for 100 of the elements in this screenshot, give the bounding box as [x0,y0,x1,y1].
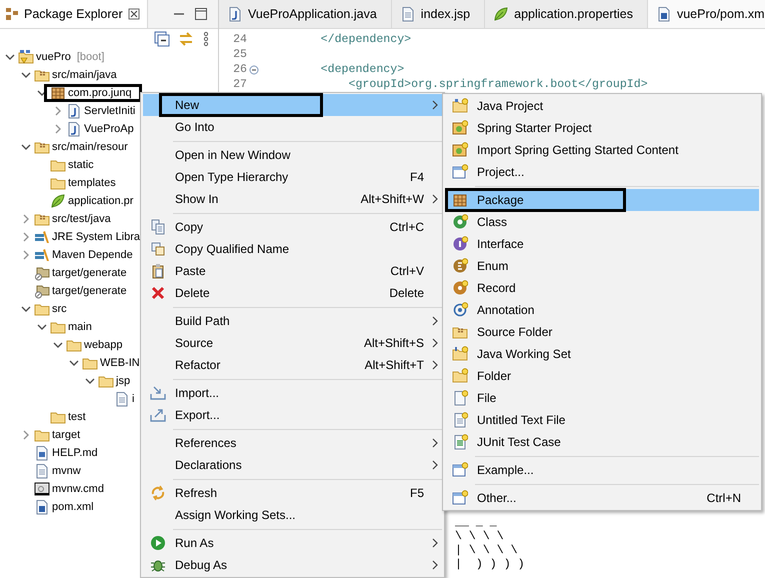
tree-item[interactable]: src/main/java [0,66,117,84]
tree-item[interactable]: templates [0,174,116,192]
menu-item[interactable]: Enum [445,255,759,277]
new-project-icon [452,98,468,114]
menu-item[interactable]: Import... [143,382,442,404]
menu-item[interactable]: Refresh F5 [143,482,442,504]
menu-item[interactable]: Go Into [143,116,442,138]
terminal-icon [34,481,50,497]
books-icon [34,247,50,263]
menu-item[interactable]: Export... [143,404,442,426]
tree-item[interactable]: main [0,318,92,336]
menu-item[interactable]: Assign Working Sets... [143,504,442,526]
copy-icon [150,241,166,257]
view-menu-icon[interactable] [202,31,210,47]
menu-item[interactable]: Untitled Text File [445,409,759,431]
package-explorer-icon [4,6,20,22]
menu-item[interactable]: Refactor Alt+Shift+T [143,354,442,376]
menu-item[interactable]: Show In Alt+Shift+W [143,188,442,210]
menu-item[interactable]: Java Working Set [445,343,759,365]
menu-item[interactable]: Interface [445,233,759,255]
collapse-all-icon[interactable] [154,31,170,47]
export-icon [150,407,166,423]
line-number: 25 [232,48,247,61]
menu-item[interactable]: JUnit Test Case [445,431,759,453]
tree-item[interactable]: Maven Depende [0,246,133,264]
spring-project-icon [452,120,468,136]
copy-icon [150,219,166,235]
menu-item[interactable]: Import Spring Getting Started Content [445,139,759,161]
linked-folder-icon [34,283,50,299]
menu-item[interactable]: File [445,387,759,409]
maximize-icon[interactable] [194,7,208,21]
menu-item[interactable]: Copy Qualified Name [143,238,442,260]
menu-item[interactable]: Folder [445,365,759,387]
tree-item[interactable]: target/generate [0,264,127,282]
record-icon [452,280,468,296]
interface-icon [452,236,468,252]
menu-item[interactable]: Copy Ctrl+C [143,216,442,238]
menu-item[interactable]: Other... Ctrl+N [445,487,759,509]
code-line: <groupId>org.springframework.boot</groupId> [347,78,648,91]
leaf-icon [50,193,66,209]
console-line: | \ \ \ \ [455,544,519,558]
enum-icon [452,258,468,274]
menu-item[interactable]: Declarations [143,454,442,476]
menu-item[interactable]: Run As [143,532,442,554]
menu-item[interactable]: Spring Starter Project [445,117,759,139]
tree-item[interactable]: application.pr [0,192,134,210]
tree-item[interactable]: jsp [0,372,130,390]
menu-item[interactable]: Open Type Hierarchy F4 [143,166,442,188]
menu-item[interactable]: Build Path [143,310,442,332]
run-icon [150,535,166,551]
menu-item[interactable]: Open in New Window [143,144,442,166]
java-file-icon [66,103,82,119]
menu-item[interactable]: Delete Delete [143,282,442,304]
menu-item[interactable]: Source Alt+Shift+S [143,332,442,354]
tree-item[interactable]: mvnw [0,462,81,480]
menu-item[interactable]: Debug As [143,554,442,576]
text-file-icon [452,412,468,428]
class-icon [452,214,468,230]
tree-item[interactable]: src/main/resour [0,138,128,156]
new-window-icon [452,164,468,180]
tree-item[interactable]: src [0,300,67,318]
menu-item[interactable]: Paste Ctrl+V [143,260,442,282]
tree-item[interactable]: vuePro [boot] [0,48,104,66]
console-line: __ _ _ [455,516,498,530]
tree-item[interactable]: ServletIniti [0,102,136,120]
editor-tab[interactable]: vuePro/pom.xm [648,0,765,28]
menu-item[interactable]: Source Folder [445,321,759,343]
project-icon [18,49,34,65]
menu-item[interactable]: Example... [445,459,759,481]
tree-item[interactable]: src/test/java [0,210,111,228]
menu-item[interactable]: References [143,432,442,454]
tree-item[interactable]: JRE System Libra [0,228,140,246]
java-file-icon [66,121,82,137]
tree-item[interactable]: pom.xml [0,498,94,516]
close-icon[interactable] [126,7,141,21]
tree-item[interactable]: i [0,390,134,408]
view-tab[interactable]: Package Explorer [0,0,148,28]
menu-item[interactable]: New [143,94,442,116]
fold-toggle-icon[interactable] [249,64,259,74]
tree-item[interactable]: target [0,426,80,444]
new-file-icon [452,390,468,406]
tree-item[interactable]: HELP.md [0,444,98,462]
tree-item[interactable]: VueProAp [0,120,134,138]
tree-item[interactable]: com.pro.junq [0,84,140,102]
tree-item[interactable]: test [0,408,86,426]
document-icon [400,6,416,22]
annotation-icon [452,302,468,318]
maven-file-icon [656,6,672,22]
tree-item[interactable]: target/generate [0,282,127,300]
menu-item[interactable]: Annotation [445,299,759,321]
menu-item[interactable]: Java Project [445,95,759,117]
tree-item[interactable]: webapp [0,336,123,354]
menu-item[interactable]: Package [445,189,759,211]
tree-item[interactable]: WEB-IN [0,354,140,372]
menu-item[interactable]: Class [445,211,759,233]
tree-item[interactable]: static [0,156,94,174]
menu-item[interactable]: Record [445,277,759,299]
tree-item[interactable]: mvnw.cmd [0,480,104,498]
menu-item[interactable]: Project... [445,161,759,183]
clipboard-icon [150,263,166,279]
